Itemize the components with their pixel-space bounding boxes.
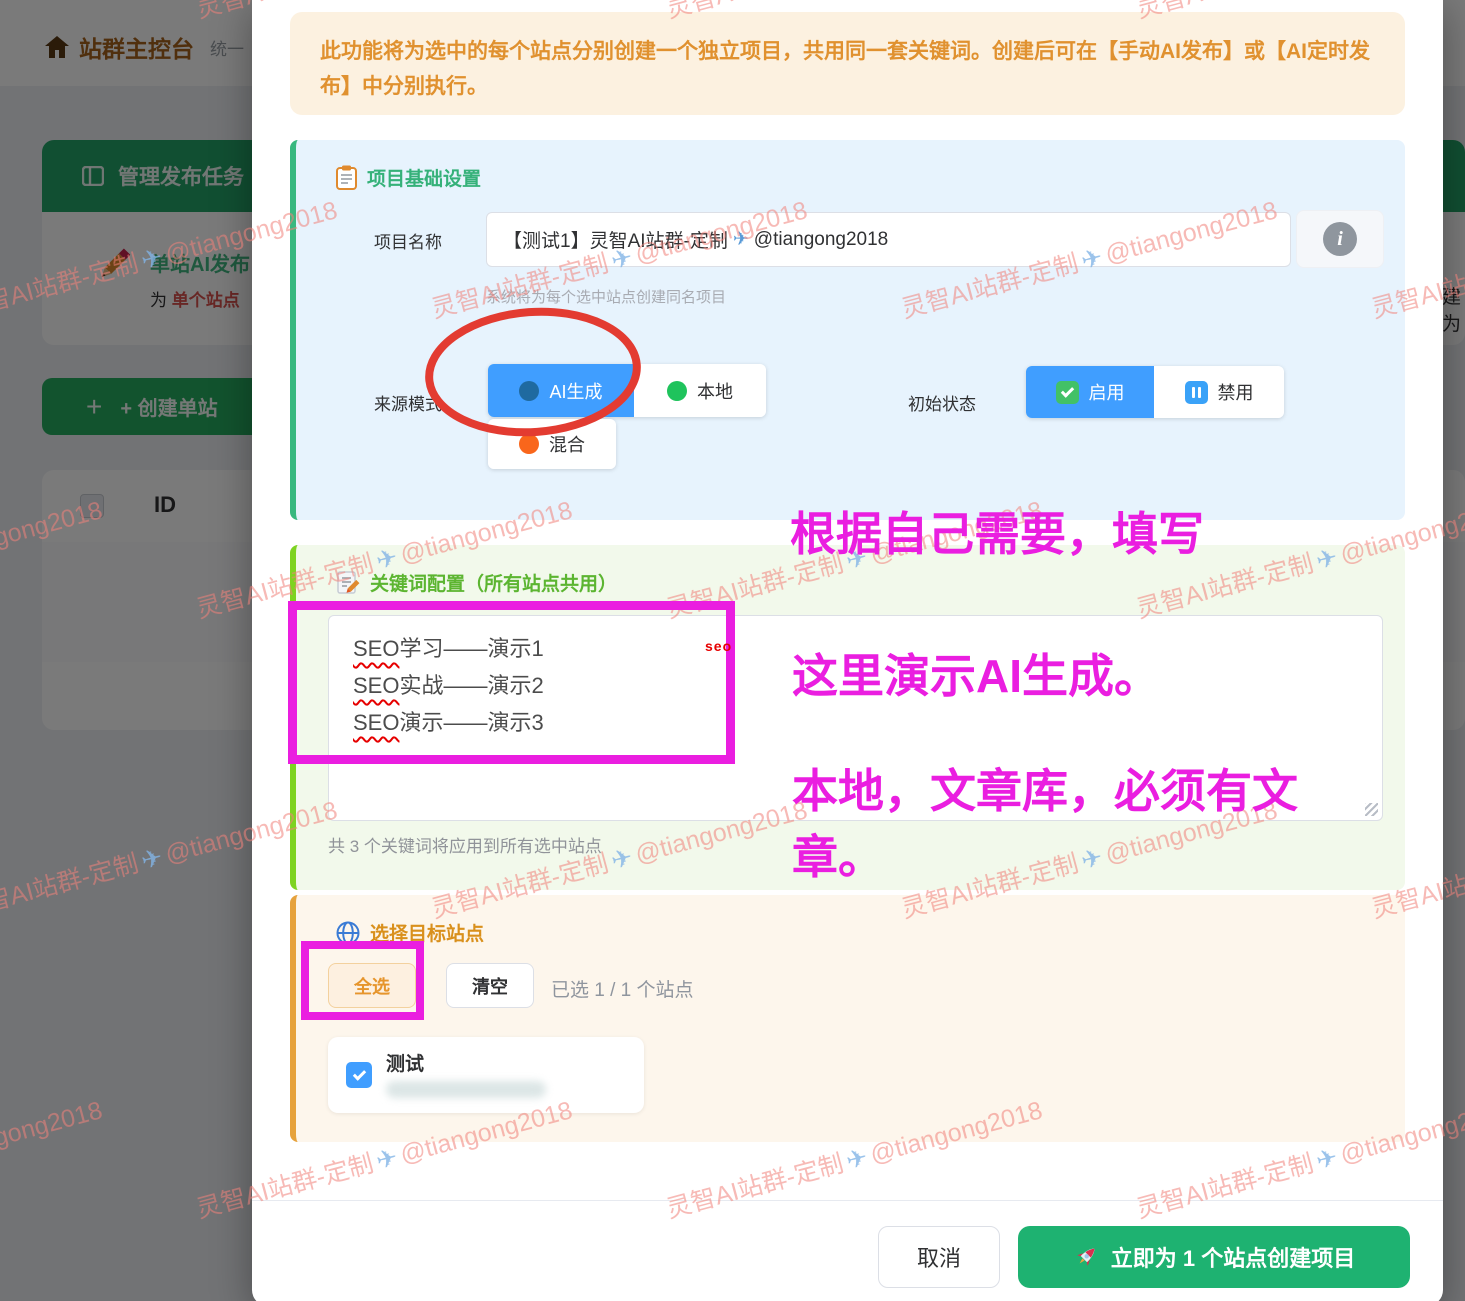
screen: 站群主控台 统一 管理发布任务 单站AI发布 为 单个站点 建为 + + 创建单… [0,0,1465,1301]
footer-divider [252,1200,1443,1201]
initial-status-group: 启用 禁用 [1026,366,1284,418]
status-option-enable[interactable]: 启用 [1026,366,1154,418]
annotation-note3: 本地，文章库，必须有文章。 [792,758,1367,890]
keywords-highlight-rect [288,601,735,764]
clear-selection-button[interactable]: 清空 [446,963,534,1008]
annotation-note2: 这里演示AI生成。 [792,640,1160,706]
basic-section-title: 项目基础设置 [336,164,481,191]
plane-icon: ✈ [733,228,749,251]
site-url-blurred [386,1081,546,1098]
selected-count: 已选 1 / 1 个站点 [551,975,694,1002]
info-icon: i [1323,222,1357,256]
cancel-button[interactable]: 取消 [878,1226,1000,1288]
local-dot-icon [667,381,687,401]
annotation-note1: 根据自己需要，填写 [790,498,1204,564]
project-name-info-button[interactable]: i [1296,210,1384,268]
source-option-local[interactable]: 本地 [634,364,766,417]
seo-spell-mark: seo [705,638,732,654]
project-name-input[interactable]: 【测试1】灵智AI站群-定制✈@tiangong2018 [486,212,1291,267]
red-circle-annotation [420,303,648,441]
clipboard-icon [336,165,357,190]
site-card[interactable]: 测试 [328,1037,644,1113]
initial-status-label: 初始状态 [908,390,976,415]
project-name-label: 项目名称 [374,228,442,253]
select-all-highlight-rect [301,941,424,1020]
rocket-icon [1073,1244,1099,1270]
status-option-disable[interactable]: 禁用 [1154,366,1284,418]
pause-icon [1185,381,1208,404]
target-sites-section: 选择目标站点 全选 清空 已选 1 / 1 个站点 测试 [290,895,1405,1142]
memo-pencil-icon [336,571,360,595]
keywords-help: 共 3 个关键词将应用到所有选中站点 [328,832,602,857]
site-checkbox[interactable] [346,1062,372,1088]
modal-notice: 此功能将为选中的每个站点分别创建一个独立项目，共用同一套关键词。创建后可在【手动… [290,12,1405,115]
site-name: 测试 [386,1049,424,1076]
check-icon [1056,381,1079,404]
keywords-section-title: 关键词配置（所有站点共用） [336,569,617,596]
submit-create-button[interactable]: 立即为 1 个站点创建项目 [1018,1226,1410,1288]
